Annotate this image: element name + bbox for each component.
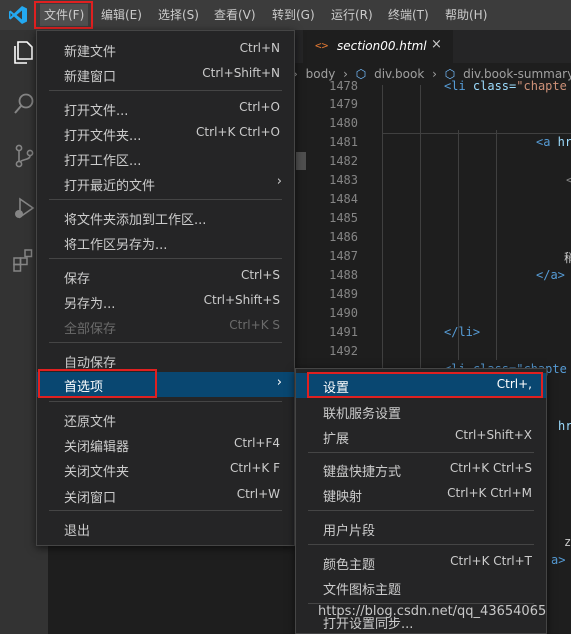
tab-section00[interactable]: <> section00.html × xyxy=(303,30,453,63)
line-number: 1488 xyxy=(329,268,358,282)
menu-item-keyboard-shortcuts[interactable]: 键盘快捷方式 Ctrl+K Ctrl+S xyxy=(296,457,546,482)
line-number: 1478 xyxy=(329,79,358,93)
menu-separator xyxy=(308,452,534,453)
menu-item-extensions[interactable]: 扩展 Ctrl+Shift+X xyxy=(296,424,546,449)
menu-view[interactable]: 查看(V) xyxy=(210,4,260,26)
code-line-1483: < xyxy=(566,173,571,187)
preferences-submenu: 设置 Ctrl+, 联机服务设置 扩展 Ctrl+Shift+X 键盘快捷方式 Ctr… xyxy=(295,368,547,634)
line-number: 1480 xyxy=(329,116,358,130)
line-number: 1486 xyxy=(329,230,358,244)
menu-item-auto-save[interactable]: 自动保存 xyxy=(37,348,294,373)
tab-label: section00.html xyxy=(337,39,427,53)
menu-item-online-services-settings[interactable]: 联机服务设置 xyxy=(296,399,546,424)
menu-item-save-as[interactable]: 另存为... Ctrl+Shift+S xyxy=(37,289,294,314)
indent-guide xyxy=(496,130,497,360)
menu-item-open-file[interactable]: 打开文件... Ctrl+O xyxy=(37,96,294,121)
code-fragment: a> xyxy=(551,553,566,567)
line-number: 1483 xyxy=(329,173,358,187)
menu-separator xyxy=(49,258,282,259)
menu-bar: 文件(F) 编辑(E) 选择(S) 查看(V) 转到(G) 运行(R) 终端(T… xyxy=(0,0,571,30)
menu-item-close-editor[interactable]: 关闭编辑器 Ctrl+F4 xyxy=(37,432,294,457)
file-menu: 新建文件 Ctrl+N 新建窗口 Ctrl+Shift+N 打开文件... Ctrl+… xyxy=(36,30,295,546)
menu-terminal[interactable]: 终端(T) xyxy=(384,4,433,26)
line-number: 1484 xyxy=(329,192,358,206)
menu-item-close-folder[interactable]: 关闭文件夹 Ctrl+K F xyxy=(37,457,294,482)
menu-item-open-folder[interactable]: 打开文件夹... Ctrl+K Ctrl+O xyxy=(37,121,294,146)
html-file-icon: <> xyxy=(315,39,329,52)
line-number: 1490 xyxy=(329,306,358,320)
line-number: 1492 xyxy=(329,344,358,358)
code-fragment: z xyxy=(564,535,571,549)
menu-item-exit[interactable]: 退出 xyxy=(37,516,294,541)
code-line-1478: <li class="chapte xyxy=(444,79,567,93)
breadcrumb-separator-icon: › xyxy=(432,67,437,81)
menu-item-add-folder-to-workspace[interactable]: 将文件夹添加到工作区... xyxy=(37,205,294,230)
code-line-1488: </a> xyxy=(536,268,565,282)
menu-separator xyxy=(49,510,282,511)
menu-separator xyxy=(49,199,282,200)
indent-guide xyxy=(420,85,421,385)
menu-item-preferences[interactable]: 首选项 › xyxy=(37,372,294,397)
menu-item-file-icon-theme[interactable]: 文件图标主题 xyxy=(296,575,546,600)
menu-item-open-workspace[interactable]: 打开工作区... xyxy=(37,146,294,171)
line-number: 1481 xyxy=(329,135,358,149)
run-debug-icon[interactable] xyxy=(10,194,38,222)
code-line-1491: </li> xyxy=(444,325,481,339)
line-number: 1487 xyxy=(329,249,358,263)
menu-item-close-window[interactable]: 关闭窗口 Ctrl+W xyxy=(37,483,294,508)
watermark: https://blog.csdn.net/qq_43654065 xyxy=(318,604,547,619)
line-number: 1485 xyxy=(329,211,358,225)
line-numbers: 1478 1479 1480 1481 1482 1483 1484 1485 … xyxy=(308,79,358,385)
menu-file[interactable]: 文件(F) xyxy=(40,4,89,26)
menu-run[interactable]: 运行(R) xyxy=(327,4,377,26)
menu-item-save[interactable]: 保存 Ctrl+S xyxy=(37,264,294,289)
menu-item-keymaps[interactable]: 键映射 Ctrl+K Ctrl+M xyxy=(296,482,546,507)
line-number: 1482 xyxy=(329,154,358,168)
menu-item-settings[interactable]: 设置 Ctrl+, xyxy=(296,373,546,398)
extensions-icon[interactable] xyxy=(10,246,38,274)
breadcrumb-div-book[interactable]: div.book xyxy=(374,67,424,81)
menu-item-color-theme[interactable]: 颜色主题 Ctrl+K Ctrl+T xyxy=(296,550,546,575)
menu-item-new-file[interactable]: 新建文件 Ctrl+N xyxy=(37,37,294,62)
search-icon[interactable] xyxy=(10,90,38,118)
menu-separator xyxy=(49,401,282,402)
line-number: 1489 xyxy=(329,287,358,301)
code-fragment: hr xyxy=(558,419,571,433)
menu-edit[interactable]: 编辑(E) xyxy=(97,4,146,26)
chevron-right-icon: › xyxy=(276,375,282,390)
vscode-logo-icon xyxy=(9,6,27,24)
menu-help[interactable]: 帮助(H) xyxy=(441,4,491,26)
indent-guide xyxy=(382,85,383,385)
explorer-icon[interactable] xyxy=(10,38,38,66)
menu-item-open-recent[interactable]: 打开最近的文件 › xyxy=(37,171,294,196)
source-control-icon[interactable] xyxy=(10,142,38,170)
line-number: 1479 xyxy=(329,97,358,111)
code-line-1481: <a hr xyxy=(536,135,571,149)
menu-selection[interactable]: 选择(S) xyxy=(154,4,203,26)
menu-separator xyxy=(308,544,534,545)
menu-item-user-snippets[interactable]: 用户片段 xyxy=(296,516,546,541)
code-line-1487: 稍 xyxy=(564,251,571,265)
menu-item-new-window[interactable]: 新建窗口 Ctrl+Shift+N xyxy=(37,62,294,87)
current-line-border xyxy=(382,133,571,134)
menu-item-save-all: 全部保存 Ctrl+K S xyxy=(64,318,280,337)
menu-go[interactable]: 转到(G) xyxy=(268,4,319,26)
scrollbar-thumb[interactable] xyxy=(296,152,306,170)
menu-separator xyxy=(49,90,282,91)
menu-item-revert-file[interactable]: 还原文件 xyxy=(37,407,294,432)
line-number: 1491 xyxy=(329,325,358,339)
menu-item-save-workspace-as[interactable]: 将工作区另存为... xyxy=(37,230,294,255)
chevron-right-icon: › xyxy=(276,174,282,189)
menu-separator xyxy=(49,342,282,343)
menu-separator xyxy=(308,510,534,511)
close-icon[interactable]: × xyxy=(431,37,442,52)
